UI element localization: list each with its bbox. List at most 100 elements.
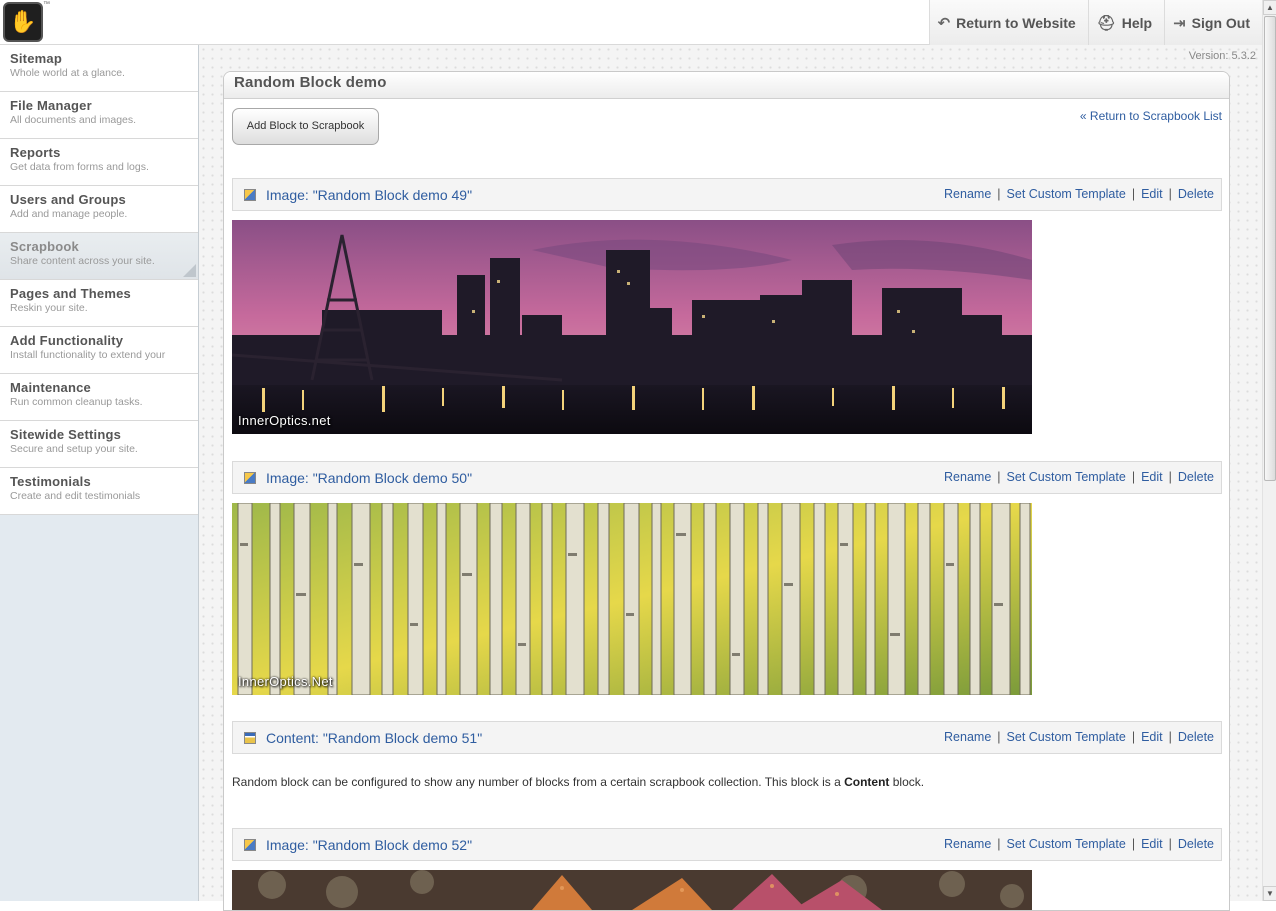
sidebar-item-desc: Get data from forms and logs. (10, 161, 149, 173)
separator: | (1168, 470, 1172, 484)
sidebar-item-desc: Secure and setup your site. (10, 443, 138, 455)
image-block-icon (244, 472, 256, 484)
return-to-scrapbook-list-link[interactable]: « Return to Scrapbook List (1080, 109, 1222, 123)
separator: | (997, 730, 1001, 744)
sidebar-item-title: Scrapbook (10, 239, 79, 254)
sidebar-item-desc: Share content across your site. (10, 255, 155, 267)
sidebar-item-title: Reports (10, 145, 61, 160)
scrollbar-thumb[interactable] (1264, 16, 1276, 481)
set-custom-template-link[interactable]: Set Custom Template (1007, 837, 1126, 851)
scroll-up-arrow-icon[interactable]: ▲ (1263, 0, 1276, 15)
delete-link[interactable]: Delete (1178, 187, 1214, 201)
sidebar-item-desc: Whole world at a glance. (10, 67, 125, 79)
sidebar-item-desc: All documents and images. (10, 114, 137, 126)
sidebar-item-sitemap[interactable]: Sitemap Whole world at a glance. (0, 45, 198, 92)
separator: | (1131, 730, 1136, 744)
add-block-to-scrapbook-button[interactable]: Add Block to Scrapbook (232, 108, 379, 145)
return-to-website-label: Return to Website (956, 14, 1076, 31)
page-title: Random Block demo (234, 74, 387, 91)
sidebar-item-desc: Reskin your site. (10, 302, 88, 314)
block-title[interactable]: Image: "Random Block demo 52" (266, 837, 472, 853)
separator: | (1168, 837, 1172, 851)
sidebar-item-sitewide-settings[interactable]: Sitewide Settings Secure and setup your … (0, 421, 198, 468)
sign-out-label: Sign Out (1191, 14, 1250, 31)
scroll-down-arrow-icon[interactable]: ▼ (1263, 886, 1276, 901)
sidebar-item-maintenance[interactable]: Maintenance Run common cleanup tasks. (0, 374, 198, 421)
top-bar: ✋ ™ ↶ Return to Website ⛑ Help ⇥ Sign Out (0, 0, 1262, 45)
block-header: Image: "Random Block demo 50" Rename | Set… (232, 461, 1222, 494)
sidebar-item-reports[interactable]: Reports Get data from forms and logs. (0, 139, 198, 186)
panel-header: Random Block demo (224, 72, 1229, 99)
set-custom-template-link[interactable]: Set Custom Template (1007, 187, 1126, 201)
image-block-icon (244, 189, 256, 201)
rename-link[interactable]: Rename (944, 837, 991, 851)
sidebar-item-add-functionality[interactable]: Add Functionality Install functionality … (0, 327, 198, 374)
sidebar-item-desc: Add and manage people. (10, 208, 128, 220)
edit-link[interactable]: Edit (1141, 470, 1163, 484)
main-area: Version: 5.3.2 Random Block demo Add Blo… (199, 45, 1262, 911)
top-nav: ↶ Return to Website ⛑ Help ⇥ Sign Out (928, 0, 1262, 45)
block-title[interactable]: Image: "Random Block demo 50" (266, 470, 472, 486)
block-actions: Rename | Set Custom Template | Edit | Delete (944, 730, 1214, 744)
block-actions: Rename | Set Custom Template | Edit | Delete (944, 187, 1214, 201)
sidebar-item-title: Users and Groups (10, 192, 126, 207)
content-block-icon (244, 732, 256, 744)
edit-link[interactable]: Edit (1141, 837, 1163, 851)
rename-link[interactable]: Rename (944, 730, 991, 744)
sidebar-item-pages-and-themes[interactable]: Pages and Themes Reskin your site. (0, 280, 198, 327)
sign-out-button[interactable]: ⇥ Sign Out (1164, 0, 1262, 45)
rename-link[interactable]: Rename (944, 187, 991, 201)
set-custom-template-link[interactable]: Set Custom Template (1007, 730, 1126, 744)
sidebar-item-desc: Run common cleanup tasks. (10, 396, 143, 408)
help-icon: ⛑ (1096, 14, 1116, 32)
rename-link[interactable]: Rename (944, 470, 991, 484)
content-block-text: Random block can be configured to show a… (232, 775, 924, 789)
sidebar-item-desc: Install functionality to extend your (10, 349, 166, 361)
edit-link[interactable]: Edit (1141, 187, 1163, 201)
sidebar-item-title: Maintenance (10, 380, 91, 395)
block-image-aspen-forest: InnerOptics.Net (232, 503, 1032, 695)
set-custom-template-link[interactable]: Set Custom Template (1007, 470, 1126, 484)
separator: | (997, 470, 1001, 484)
separator: | (997, 837, 1001, 851)
block-actions: Rename | Set Custom Template | Edit | Delete (944, 837, 1214, 851)
concrete5-logo[interactable]: ✋ ™ (3, 1, 50, 42)
sidebar-item-testimonials[interactable]: Testimonials Create and edit testimonial… (0, 468, 198, 515)
version-label: Version: 5.3.2 (1188, 50, 1256, 62)
block-actions: Rename | Set Custom Template | Edit | Delete (944, 470, 1214, 484)
separator: | (1131, 187, 1136, 201)
block-image-city-skyline: InnerOptics.net (232, 220, 1032, 434)
return-to-website-button[interactable]: ↶ Return to Website (928, 0, 1088, 45)
starfish-photo (232, 870, 1032, 910)
sidebar-item-users-and-groups[interactable]: Users and Groups Add and manage people. (0, 186, 198, 233)
block-title[interactable]: Content: "Random Block demo 51" (266, 730, 482, 746)
image-block-icon (244, 839, 256, 851)
block-image-starfish (232, 870, 1032, 910)
block-title[interactable]: Image: "Random Block demo 49" (266, 187, 472, 203)
separator: | (1168, 187, 1172, 201)
sidebar-item-title: Sitewide Settings (10, 427, 122, 442)
help-label: Help (1121, 14, 1153, 31)
separator: | (1131, 470, 1136, 484)
separator: | (1168, 730, 1172, 744)
sign-out-icon: ⇥ (1173, 14, 1186, 32)
aspen-forest-photo (232, 503, 1032, 695)
delete-link[interactable]: Delete (1178, 837, 1214, 851)
separator: | (1131, 837, 1136, 851)
delete-link[interactable]: Delete (1178, 470, 1214, 484)
edit-link[interactable]: Edit (1141, 730, 1163, 744)
delete-link[interactable]: Delete (1178, 730, 1214, 744)
scrapbook-panel: Random Block demo Add Block to Scrapbook… (223, 71, 1230, 911)
city-skyline-photo (232, 220, 1032, 434)
separator: | (997, 187, 1001, 201)
sidebar-item-desc: Create and edit testimonials (10, 490, 141, 502)
photo-watermark: InnerOptics.net (238, 413, 331, 428)
sidebar: Sitemap Whole world at a glance. File Ma… (0, 45, 199, 901)
help-button[interactable]: ⛑ Help (1087, 0, 1165, 45)
sidebar-item-title: File Manager (10, 98, 92, 113)
sidebar-item-title: Sitemap (10, 51, 62, 66)
sidebar-item-file-manager[interactable]: File Manager All documents and images. (0, 92, 198, 139)
vertical-scrollbar[interactable]: ▲ ▼ (1262, 0, 1276, 901)
content-text-before: Random block can be configured to show a… (232, 775, 845, 789)
sidebar-item-scrapbook[interactable]: Scrapbook Share content across your site… (0, 233, 198, 280)
